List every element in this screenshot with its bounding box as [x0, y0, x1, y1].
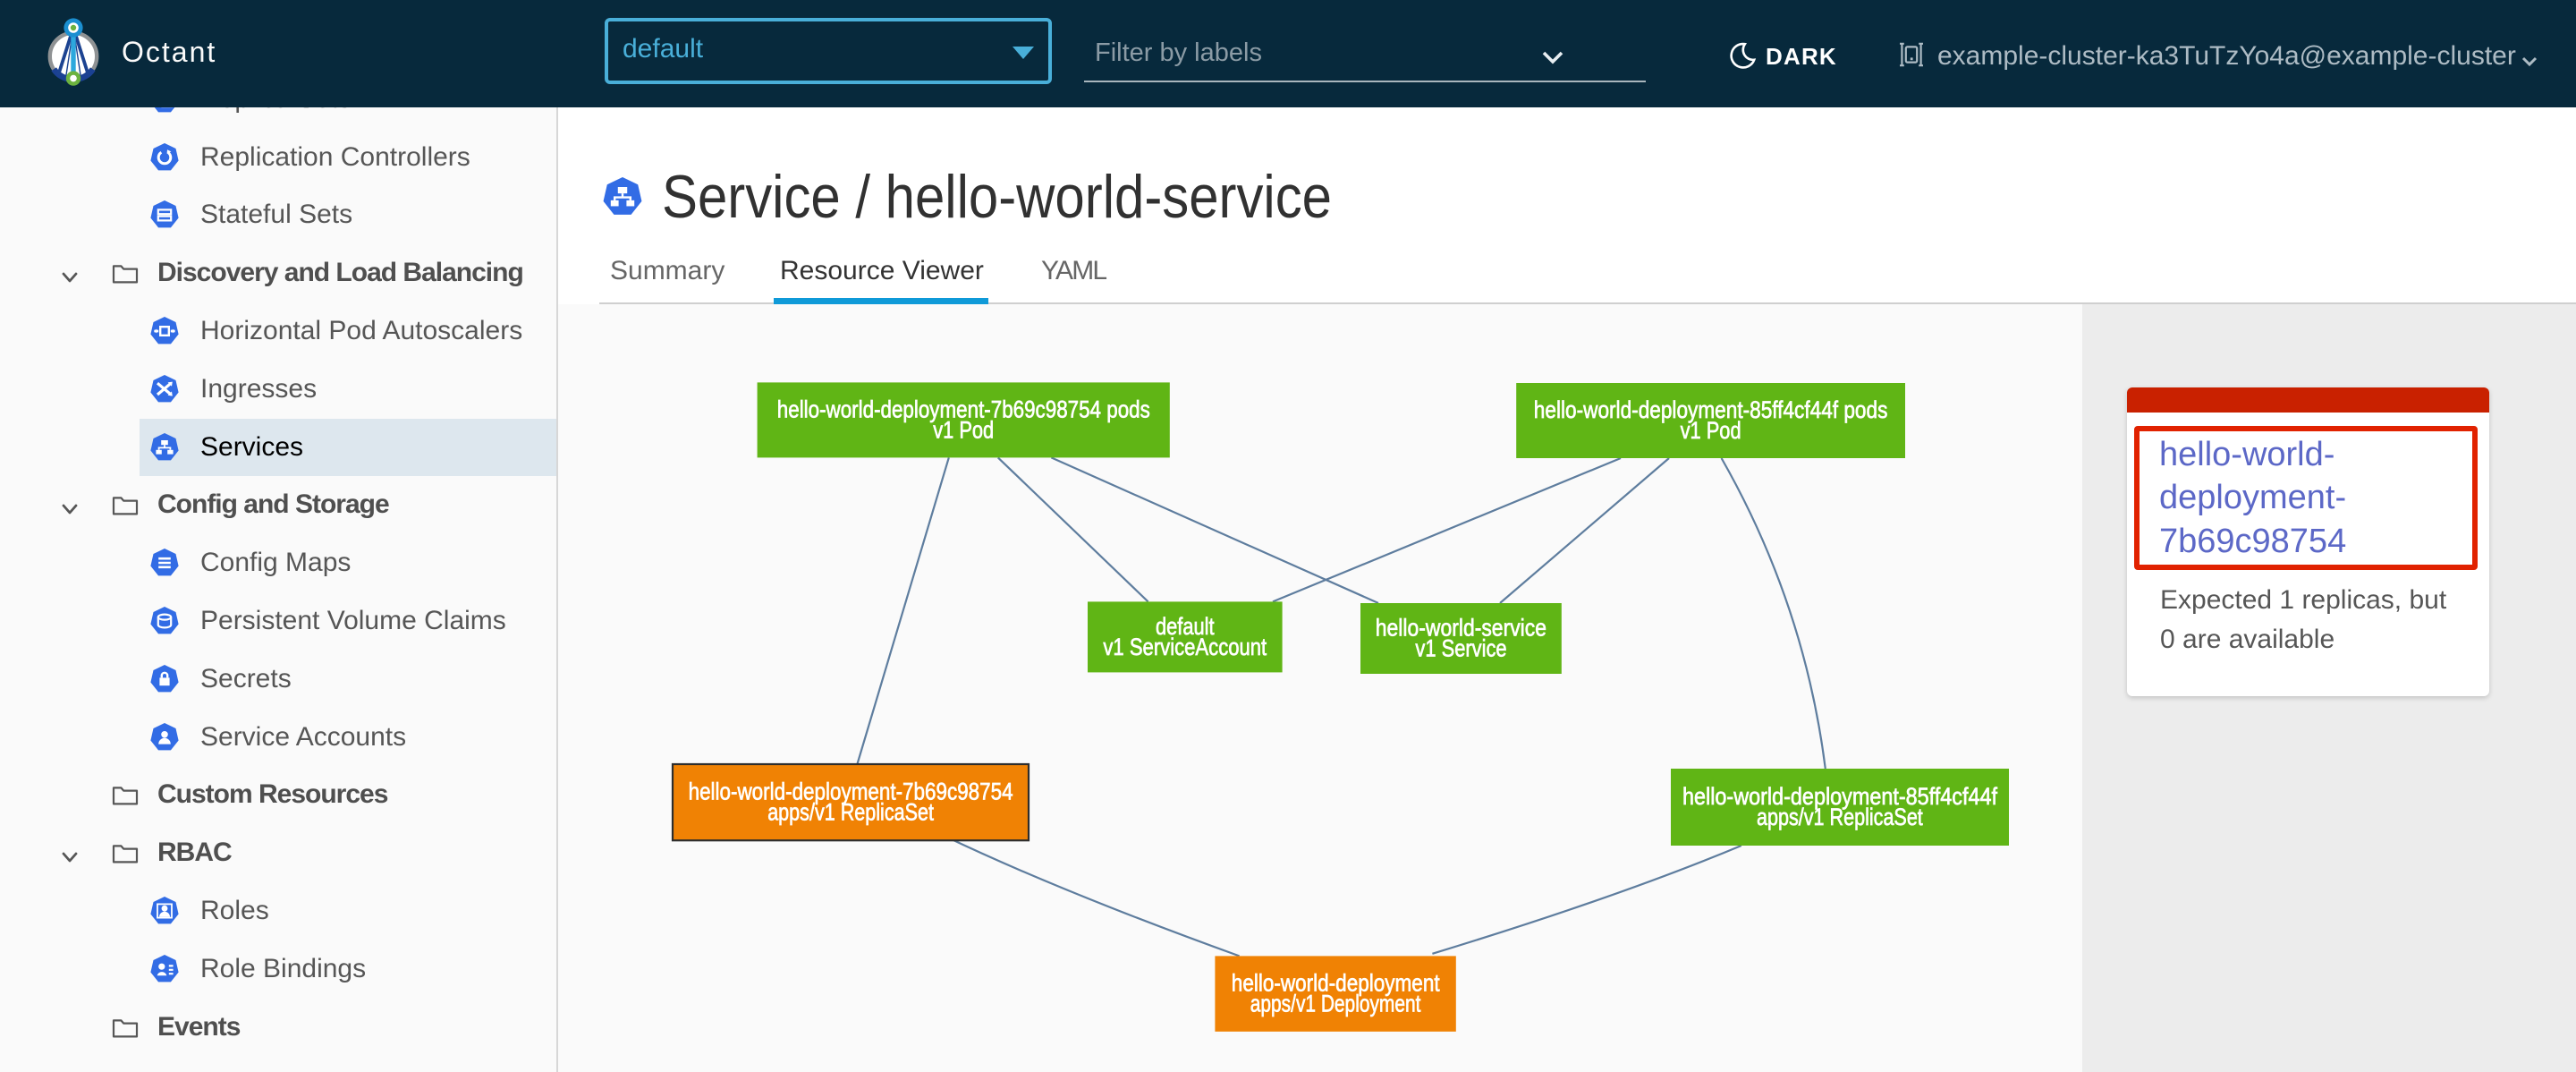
- svg-text:apps/v1 ReplicaSet: apps/v1 ReplicaSet: [767, 799, 934, 826]
- svg-text:v1 Pod: v1 Pod: [933, 416, 994, 443]
- svg-text:v1 Pod: v1 Pod: [1681, 417, 1741, 444]
- svg-text:Service / hello-world-service: Service / hello-world-service: [662, 163, 1332, 231]
- svg-text:apps/v1 ReplicaSet: apps/v1 ReplicaSet: [1757, 804, 1923, 830]
- svg-text:v1 ServiceAccount: v1 ServiceAccount: [1103, 634, 1267, 660]
- svg-text:apps/v1 Deployment: apps/v1 Deployment: [1250, 991, 1421, 1017]
- svg-text:v1 Service: v1 Service: [1415, 635, 1506, 662]
